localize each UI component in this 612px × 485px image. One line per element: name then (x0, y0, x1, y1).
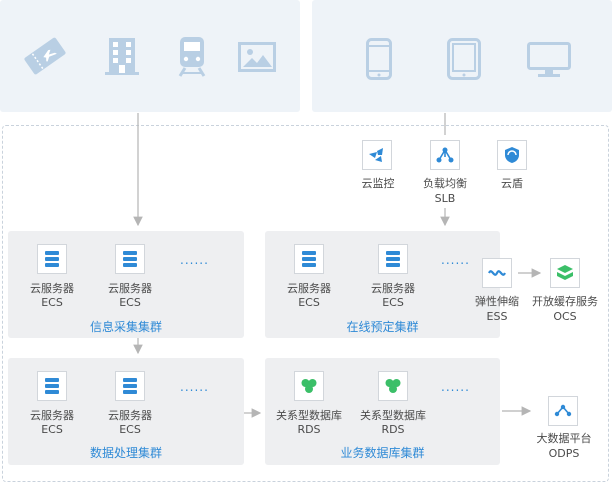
server-icon (302, 251, 316, 267)
more-dots: ...... (180, 380, 209, 394)
more-dots: ...... (441, 380, 470, 394)
ecs-node[interactable] (294, 244, 324, 274)
elastic-scaling-icon (488, 270, 506, 276)
server-icon (386, 251, 400, 267)
cluster-title: 信息采集集群 (89, 320, 162, 334)
odps-label-cn: 大数据平台 (536, 432, 592, 445)
odps-label-en: ODPS (548, 447, 580, 460)
ecs-label-en: ECS (119, 423, 141, 436)
server-icon (123, 251, 137, 267)
cloud-monitor-node[interactable] (362, 140, 392, 170)
cloud-monitor-icon (369, 148, 383, 162)
load-balancer-icon (436, 147, 454, 163)
ocs-node[interactable] (550, 258, 580, 288)
ecs-node[interactable] (378, 244, 408, 274)
database-icon (301, 379, 317, 393)
ecs-label-cn: 云服务器 (108, 282, 152, 295)
slb-node[interactable] (430, 140, 460, 170)
cloud-shield-node[interactable] (497, 140, 527, 170)
ocs-label-en: OCS (553, 310, 577, 323)
rds-label-en: RDS (381, 423, 405, 436)
rds-node[interactable] (378, 371, 408, 401)
ecs-label-en: ECS (382, 296, 404, 309)
ecs-node[interactable] (115, 244, 145, 274)
server-icon (123, 378, 137, 394)
cluster-business-database: 关系型数据库 RDS 关系型数据库 RDS ...... 业务数据库集群 (265, 358, 500, 465)
ecs-node[interactable] (37, 244, 67, 274)
ecs-label-cn: 云服务器 (108, 409, 152, 422)
shield-icon (505, 147, 519, 163)
ess-node[interactable] (482, 258, 512, 288)
cloud-shield-label: 云盾 (501, 177, 523, 190)
ocs-label-cn: 开放缓存服务 (532, 295, 598, 308)
rds-node[interactable] (294, 371, 324, 401)
more-dots: ...... (180, 253, 209, 267)
ecs-node[interactable] (115, 371, 145, 401)
slb-label-en: SLB (434, 192, 456, 205)
cluster-title: 数据处理集群 (89, 446, 162, 460)
server-icon (45, 378, 59, 394)
cluster-title: 业务数据库集群 (340, 446, 425, 460)
ecs-label-en: ECS (119, 296, 141, 309)
rds-label-cn: 关系型数据库 (360, 409, 426, 422)
ecs-label-cn: 云服务器 (371, 282, 415, 295)
big-data-icon (554, 404, 572, 417)
database-icon (385, 379, 401, 393)
cluster-info-collection: 云服务器 ECS 云服务器 ECS ...... 信息采集集群 (8, 231, 244, 338)
ecs-node[interactable] (37, 371, 67, 401)
cache-icon (557, 265, 573, 280)
server-icon (45, 251, 59, 267)
more-dots: ...... (441, 253, 470, 267)
cluster-data-processing: 云服务器 ECS 云服务器 ECS ...... 数据处理集群 (8, 358, 244, 465)
odps-node[interactable] (548, 396, 578, 426)
